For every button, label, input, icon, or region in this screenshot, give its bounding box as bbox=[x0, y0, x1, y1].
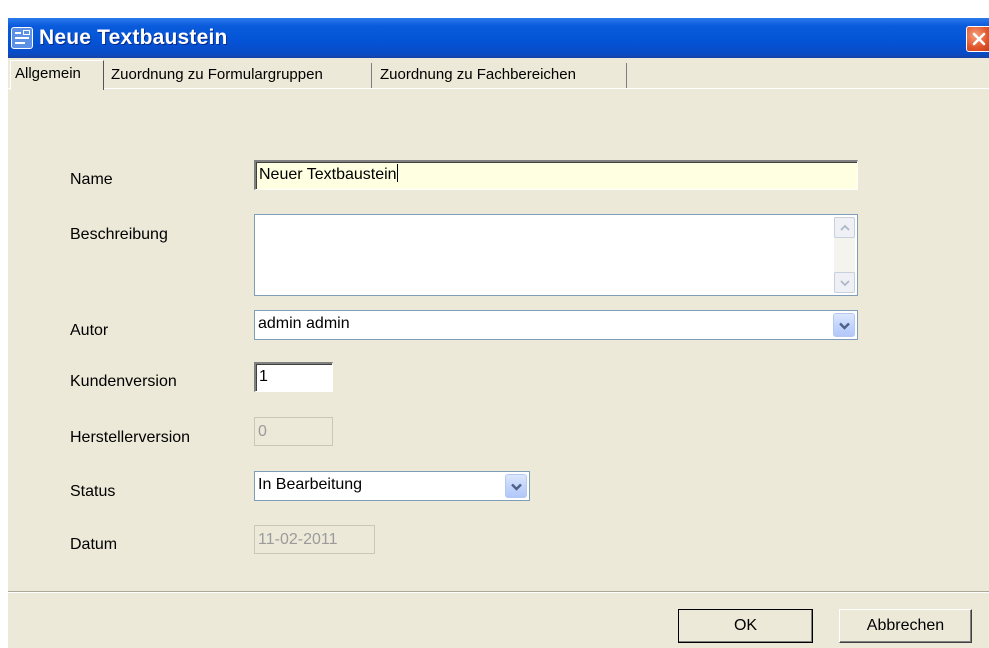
beschreibung-textarea[interactable] bbox=[254, 214, 858, 296]
name-value: Neuer Textbaustein bbox=[259, 166, 397, 183]
title-bar[interactable]: Neue Textbaustein bbox=[8, 18, 989, 58]
ok-button[interactable]: OK bbox=[678, 609, 813, 643]
button-bar-divider bbox=[8, 591, 989, 593]
vertical-scrollbar[interactable] bbox=[834, 217, 855, 293]
status-dropdown-button[interactable] bbox=[505, 474, 527, 498]
datum-label: Datum bbox=[70, 536, 118, 553]
herstellerversion-field: 0 bbox=[254, 417, 333, 446]
datum-field: 11-02-2011 bbox=[254, 525, 375, 554]
autor-select[interactable]: admin admin bbox=[254, 310, 858, 340]
kundenversion-label: Kundenversion bbox=[70, 373, 177, 390]
tab-allgemein[interactable]: Allgemein bbox=[10, 60, 104, 90]
chevron-down-icon bbox=[511, 483, 522, 491]
status-select[interactable]: In Bearbeitung bbox=[254, 471, 530, 501]
dialog-window: Neue Textbaustein Allgemein Zuordnung zu… bbox=[8, 18, 989, 648]
status-value: In Bearbeitung bbox=[258, 476, 363, 493]
autor-label: Autor bbox=[70, 322, 109, 339]
tab-zuordnung-fachbereichen[interactable]: Zuordnung zu Fachbereichen bbox=[376, 63, 627, 88]
datum-value: 11-02-2011 bbox=[258, 531, 338, 548]
autor-value: admin admin bbox=[258, 315, 350, 332]
status-label: Status bbox=[70, 483, 116, 500]
autor-dropdown-button[interactable] bbox=[833, 313, 855, 337]
name-field[interactable]: Neuer Textbaustein bbox=[254, 160, 858, 190]
text-block-icon bbox=[11, 27, 33, 49]
close-button[interactable] bbox=[966, 26, 989, 52]
chevron-down-icon bbox=[839, 322, 850, 330]
herstellerversion-value: 0 bbox=[258, 423, 267, 440]
chevron-up-icon bbox=[840, 224, 850, 231]
tab-zuordnung-formulargruppen[interactable]: Zuordnung zu Formulargruppen bbox=[107, 63, 372, 88]
beschreibung-label: Beschreibung bbox=[70, 226, 168, 243]
tab-panel-border bbox=[8, 88, 989, 89]
kundenversion-field[interactable]: 1 bbox=[254, 362, 333, 392]
scroll-up-button[interactable] bbox=[834, 217, 855, 238]
name-label: Name bbox=[70, 171, 113, 188]
scroll-down-button[interactable] bbox=[834, 272, 855, 293]
cancel-button[interactable]: Abbrechen bbox=[839, 609, 972, 643]
chevron-down-icon bbox=[840, 280, 850, 287]
tab-strip: Allgemein Zuordnung zu Formulargruppen Z… bbox=[8, 60, 989, 90]
herstellerversion-label: Herstellerversion bbox=[70, 429, 191, 446]
kundenversion-value: 1 bbox=[259, 368, 268, 385]
close-icon bbox=[972, 32, 986, 46]
text-cursor bbox=[396, 164, 398, 182]
window-title: Neue Textbaustein bbox=[39, 26, 228, 49]
